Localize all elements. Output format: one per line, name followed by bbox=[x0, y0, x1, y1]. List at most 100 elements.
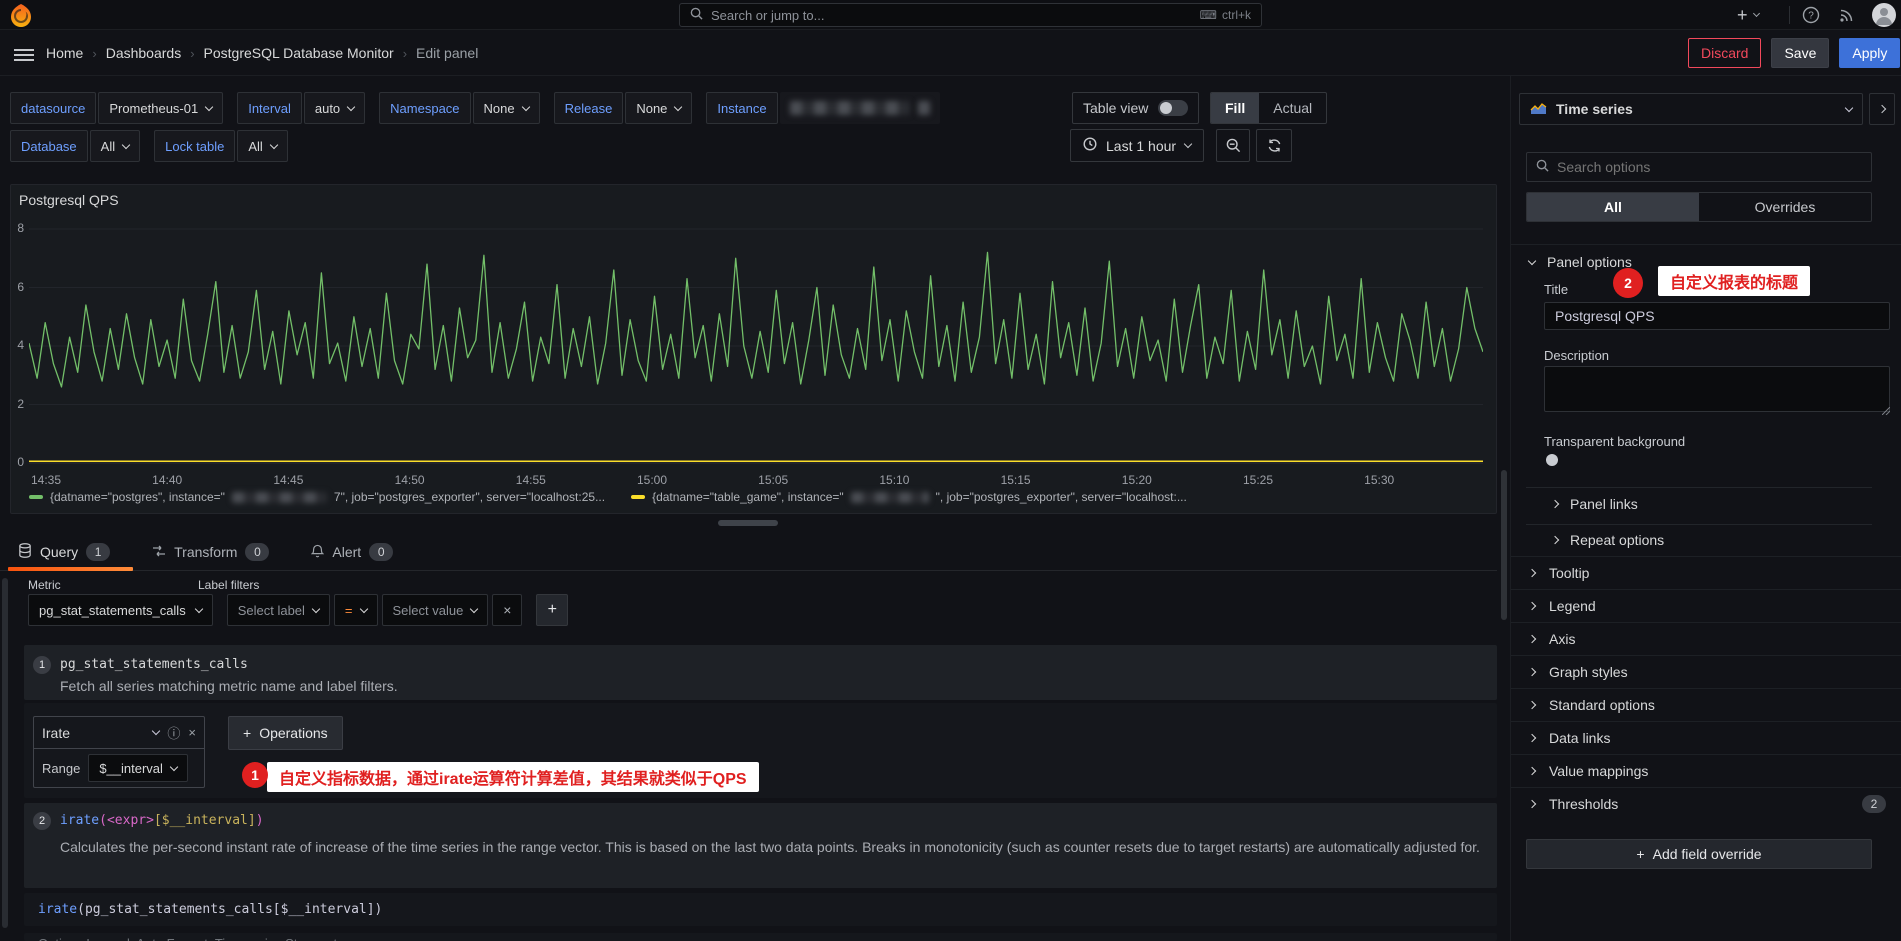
section-graph-styles[interactable]: Graph styles bbox=[1511, 655, 1901, 688]
add-menu-button[interactable]: + bbox=[1737, 0, 1759, 30]
label-filter-operator-select[interactable]: = bbox=[334, 594, 378, 626]
section-tooltip[interactable]: Tooltip bbox=[1511, 556, 1901, 589]
section-standard-options[interactable]: Standard options bbox=[1511, 688, 1901, 721]
active-tab-underline bbox=[8, 567, 133, 571]
resize-drag-handle[interactable] bbox=[718, 520, 778, 526]
section-value-mappings[interactable]: Value mappings bbox=[1511, 754, 1901, 787]
options-search[interactable] bbox=[1526, 152, 1872, 182]
visualization-select[interactable]: Time series bbox=[1519, 93, 1863, 125]
x-tick-label: 14:35 bbox=[22, 473, 70, 487]
time-range-picker[interactable]: Last 1 hour bbox=[1070, 129, 1204, 162]
query-scrollbar[interactable] bbox=[2, 578, 8, 928]
y-tick-label: 2 bbox=[11, 397, 24, 411]
label-filter-value-select[interactable]: Select value bbox=[382, 594, 489, 626]
breadcrumb-item-home[interactable]: Home bbox=[46, 45, 83, 61]
apply-button[interactable]: Apply bbox=[1839, 38, 1900, 68]
variable-label-interval: Interval bbox=[237, 92, 302, 124]
time-series-icon bbox=[1530, 101, 1547, 118]
main-scrollbar-thumb[interactable] bbox=[1501, 470, 1507, 620]
save-button[interactable]: Save bbox=[1771, 38, 1829, 68]
resize-grip-icon[interactable] bbox=[1882, 403, 1890, 418]
metric-select[interactable]: pg_stat_statements_calls bbox=[28, 594, 213, 626]
query-preview-row: irate(pg_stat_statements_calls[$__interv… bbox=[24, 893, 1497, 926]
search-input[interactable] bbox=[711, 8, 1192, 23]
chevron-down-icon[interactable] bbox=[152, 727, 160, 735]
range-select[interactable]: $__interval bbox=[88, 754, 188, 782]
legend-item-postgres[interactable]: {datname="postgres", instance=" 7", job=… bbox=[29, 490, 605, 504]
keyboard-icon: ⌨ bbox=[1200, 8, 1217, 22]
thresholds-count-badge: 2 bbox=[1862, 795, 1886, 813]
chevron-right-icon bbox=[1528, 800, 1536, 808]
variable-label-instance: Instance bbox=[706, 92, 777, 124]
section-repeat-options[interactable]: Repeat options bbox=[1552, 532, 1664, 548]
info-icon[interactable]: ⓘ bbox=[167, 723, 180, 742]
legend-item-table-game[interactable]: {datname="table_game", instance=" ", job… bbox=[631, 490, 1187, 504]
menu-icon[interactable] bbox=[14, 46, 34, 64]
title-input[interactable] bbox=[1544, 302, 1890, 330]
x-tick-label: 15:20 bbox=[1113, 473, 1161, 487]
variable-value-database[interactable]: All bbox=[90, 130, 140, 162]
variable-value-namespace[interactable]: None bbox=[473, 92, 540, 124]
tab-query[interactable]: Query 1 bbox=[18, 543, 110, 561]
variable-value-release[interactable]: None bbox=[625, 92, 692, 124]
variables-row-2: Database All Lock table All bbox=[10, 130, 302, 162]
breadcrumb-item-dashboards[interactable]: Dashboards bbox=[106, 45, 182, 61]
operation-name[interactable]: Irate bbox=[42, 725, 70, 741]
operations-row: Irate ⓘ × Range $__interval +Operations … bbox=[24, 703, 1497, 798]
variable-value-instance-redacted[interactable] bbox=[780, 92, 940, 124]
remove-filter-button[interactable]: × bbox=[492, 594, 522, 626]
tab-overrides[interactable]: Overrides bbox=[1699, 193, 1871, 221]
remove-operation-icon[interactable]: × bbox=[188, 725, 196, 740]
actual-button[interactable]: Actual bbox=[1259, 93, 1326, 123]
annotation-1-label: 自定义指标数据，通过irate运算符计算差值，其结果就类似于QPS bbox=[267, 762, 759, 792]
chevron-right-icon bbox=[1528, 569, 1536, 577]
fill-button[interactable]: Fill bbox=[1211, 93, 1259, 123]
transform-count-badge: 0 bbox=[245, 543, 269, 561]
refresh-button[interactable] bbox=[1256, 129, 1292, 162]
discard-button[interactable]: Discard bbox=[1688, 38, 1761, 68]
zoom-out-button[interactable] bbox=[1216, 129, 1250, 162]
search-icon bbox=[1536, 159, 1549, 175]
help-icon[interactable]: ? bbox=[1802, 6, 1820, 27]
chart-legend: {datname="postgres", instance=" 7", job=… bbox=[29, 490, 1187, 504]
step-2-description: Calculates the per-second instant rate o… bbox=[60, 834, 1485, 860]
section-panel-links[interactable]: Panel links bbox=[1552, 496, 1638, 512]
variable-value-lock-table[interactable]: All bbox=[237, 130, 287, 162]
section-legend[interactable]: Legend bbox=[1511, 589, 1901, 622]
global-search[interactable]: ⌨ ctrl+k bbox=[679, 3, 1262, 27]
table-view-switch[interactable] bbox=[1158, 100, 1188, 116]
table-view-toggle[interactable]: Table view bbox=[1072, 92, 1199, 124]
breadcrumb-separator: › bbox=[92, 46, 96, 61]
collapse-sidebar-button[interactable] bbox=[1869, 93, 1895, 125]
y-tick-label: 8 bbox=[11, 221, 24, 235]
x-tick-label: 15:30 bbox=[1355, 473, 1403, 487]
y-tick-label: 6 bbox=[11, 280, 24, 294]
section-data-links[interactable]: Data links bbox=[1511, 721, 1901, 754]
label-filter-key-select[interactable]: Select label bbox=[227, 594, 330, 626]
tab-alert[interactable]: Alert 0 bbox=[311, 543, 393, 561]
options-search-input[interactable] bbox=[1557, 159, 1862, 175]
description-textarea[interactable] bbox=[1544, 366, 1890, 412]
add-field-override-button[interactable]: +Add field override bbox=[1526, 839, 1872, 869]
x-tick-label: 14:50 bbox=[386, 473, 434, 487]
variable-release: Release None bbox=[554, 92, 693, 124]
tab-transform[interactable]: Transform 0 bbox=[152, 543, 269, 561]
avatar[interactable] bbox=[1872, 3, 1896, 27]
x-tick-label: 14:40 bbox=[143, 473, 191, 487]
add-filter-button[interactable]: + bbox=[536, 594, 568, 626]
options-filter-tabs: All Overrides bbox=[1526, 192, 1872, 222]
news-icon[interactable] bbox=[1838, 6, 1856, 27]
add-operations-button[interactable]: +Operations bbox=[228, 716, 343, 750]
x-tick-label: 15:00 bbox=[628, 473, 676, 487]
variable-value-datasource[interactable]: Prometheus-01 bbox=[98, 92, 223, 124]
tab-all[interactable]: All bbox=[1527, 193, 1699, 221]
section-thresholds[interactable]: Thresholds 2 bbox=[1511, 787, 1901, 820]
section-axis[interactable]: Axis bbox=[1511, 622, 1901, 655]
x-tick-label: 14:55 bbox=[507, 473, 555, 487]
breadcrumb-item-dashboard-name[interactable]: PostgreSQL Database Monitor bbox=[204, 45, 394, 61]
chart-canvas[interactable] bbox=[29, 205, 1483, 467]
grafana-logo[interactable] bbox=[10, 3, 32, 30]
variable-value-interval[interactable]: auto bbox=[304, 92, 365, 124]
title-label: Title bbox=[1544, 282, 1568, 297]
section-panel-options[interactable]: Panel options bbox=[1529, 254, 1632, 270]
